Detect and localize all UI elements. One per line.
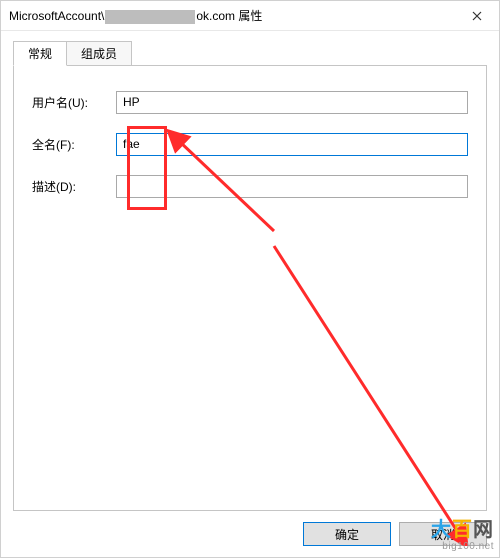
row-description: 描述(D): xyxy=(32,174,468,198)
tab-general[interactable]: 常规 xyxy=(13,41,67,66)
watermark: 大百网 big100.net xyxy=(431,519,494,552)
title-redacted xyxy=(105,10,195,24)
fullname-input[interactable] xyxy=(116,133,468,156)
fullname-label: 全名(F): xyxy=(32,136,116,153)
content-area: 常规 组成员 用户名(U): 全名(F): 描述(D): xyxy=(1,31,499,511)
title-prefix: MicrosoftAccount\ xyxy=(9,9,104,23)
annotation-arrow-confirm xyxy=(264,236,484,546)
tab-members[interactable]: 组成员 xyxy=(66,41,132,65)
tab-strip: 常规 组成员 xyxy=(13,41,487,65)
title-suffix: ok.com 属性 xyxy=(196,9,262,23)
tab-panel-general: 用户名(U): 全名(F): 描述(D): xyxy=(13,65,487,511)
ok-button-label: 确定 xyxy=(335,528,359,542)
watermark-sub: big100.net xyxy=(431,541,494,552)
tab-members-label: 组成员 xyxy=(81,47,117,61)
username-input[interactable] xyxy=(116,91,468,114)
description-input[interactable] xyxy=(116,175,468,198)
window-title: MicrosoftAccount\ ok.com 属性 xyxy=(9,7,262,24)
titlebar: MicrosoftAccount\ ok.com 属性 xyxy=(1,1,499,31)
ok-button[interactable]: 确定 xyxy=(303,522,391,546)
tab-general-label: 常规 xyxy=(28,47,52,61)
dialog-button-bar: 确定 取消 xyxy=(1,511,499,557)
close-icon xyxy=(472,11,482,21)
description-label: 描述(D): xyxy=(32,178,116,195)
row-fullname: 全名(F): xyxy=(32,132,468,156)
row-username: 用户名(U): xyxy=(32,90,468,114)
properties-dialog: MicrosoftAccount\ ok.com 属性 常规 组成员 用户名(U)… xyxy=(0,0,500,558)
watermark-main: 大百网 xyxy=(431,519,494,541)
username-label: 用户名(U): xyxy=(32,94,116,111)
close-button[interactable] xyxy=(454,1,499,31)
